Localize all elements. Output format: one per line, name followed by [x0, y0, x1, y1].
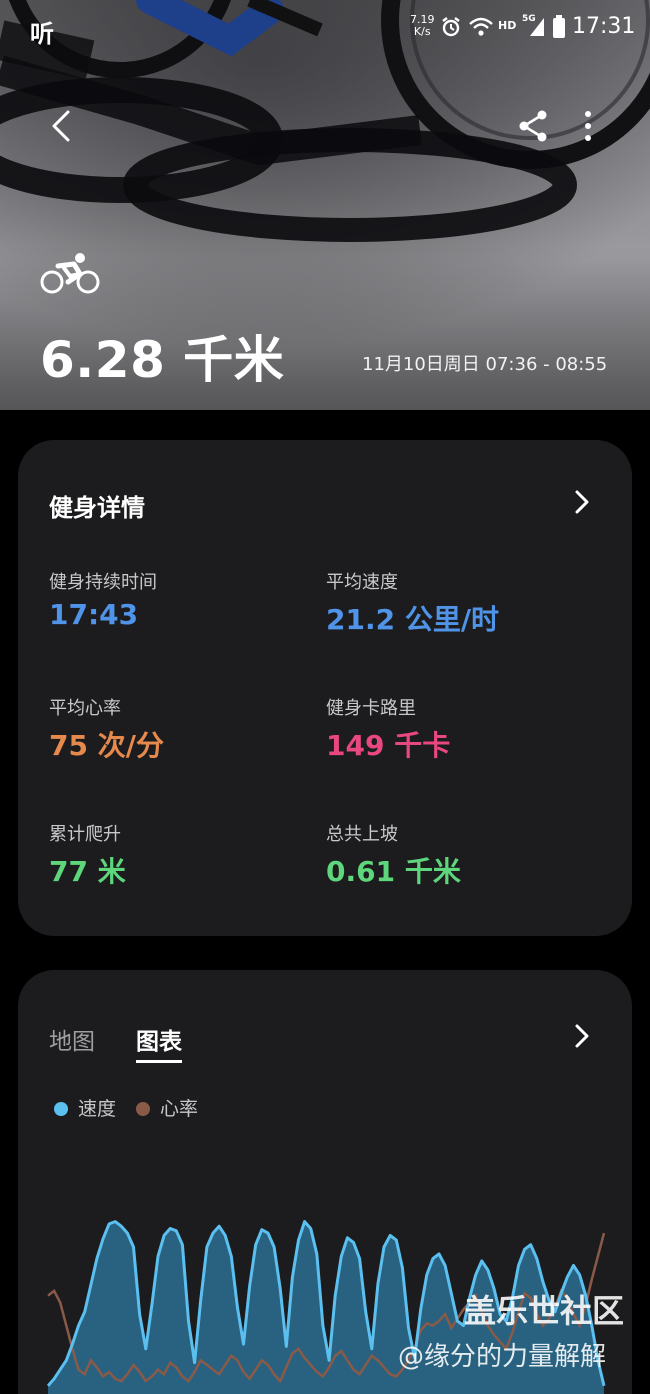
- more-icon[interactable]: [572, 106, 604, 146]
- signal-icon: [530, 18, 544, 36]
- metric-value-elevation-gain: 77 米: [49, 855, 126, 888]
- workout-hero: 听 7.19 K/s HD 5G 17:31 6.28 千米 11月10日周日 …: [0, 0, 650, 410]
- metric-value-duration: 17:43: [49, 598, 139, 631]
- network-speed: 7.19 K/s: [410, 14, 435, 38]
- share-icon[interactable]: [514, 106, 554, 146]
- metric-label-uphill-distance: 总共上坡: [326, 824, 398, 845]
- total-distance: 6.28 千米: [40, 331, 285, 389]
- cycling-icon: [40, 253, 100, 294]
- details-title: 健身详情: [49, 494, 145, 522]
- metric-value-avg-heart-rate: 75 次/分: [49, 729, 164, 762]
- watermark-author: @缘分的力量解解: [398, 1342, 607, 1372]
- wifi-icon: [469, 17, 493, 36]
- workout-date-range: 11月10日周日 07:36 - 08:55: [362, 354, 608, 375]
- metric-label-calories: 健身卡路里: [326, 698, 416, 719]
- metric-label-elevation-gain: 累计爬升: [49, 824, 121, 845]
- battery-icon: [553, 15, 565, 38]
- metric-label-duration: 健身持续时间: [49, 572, 157, 593]
- status-time: 17:31: [572, 14, 636, 39]
- metric-label-avg-speed: 平均速度: [326, 572, 398, 593]
- status-app-glyph: 听: [30, 20, 54, 48]
- workout-details-card[interactable]: 健身详情 健身持续时间 17:43 平均速度 21.2 公里/时 平均心率 75…: [18, 440, 632, 936]
- metric-label-avg-heart-rate: 平均心率: [49, 698, 121, 719]
- network-speed-unit: K/s: [413, 25, 431, 38]
- hd-label: HD: [498, 19, 517, 32]
- back-icon[interactable]: [44, 106, 84, 146]
- metric-value-avg-speed: 21.2 公里/时: [326, 603, 500, 636]
- chevron-right-icon[interactable]: [570, 488, 594, 516]
- metric-value-calories: 149 千卡: [326, 729, 451, 762]
- metric-value-uphill-distance: 0.61 千米: [326, 855, 461, 888]
- watermark-community: 盖乐世社区: [464, 1292, 625, 1330]
- status-bar: 听 7.19 K/s HD 5G 17:31: [0, 0, 650, 56]
- alarm-icon: [442, 17, 460, 37]
